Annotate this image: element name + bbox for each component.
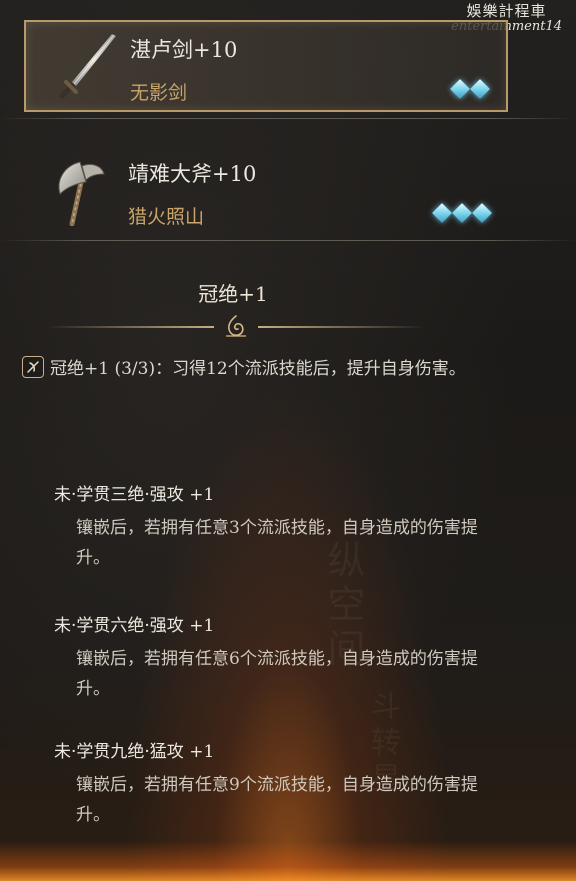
set-effect-text: 冠绝+1 (3/3)：习得12个流派技能后，提升自身伤害。 <box>50 359 466 379</box>
title-ornament <box>46 314 426 340</box>
section-title: 冠绝+1 <box>198 282 268 306</box>
perk-desc-line: 升。 <box>76 805 110 825</box>
ornament-line-right <box>258 326 426 328</box>
item-subtitle: 无影剑 <box>130 82 188 104</box>
item-name: 靖难大斧+10 <box>128 162 257 186</box>
skill-icon <box>22 355 44 378</box>
perk-description: 镶嵌后，若拥有任意9个流派技能，自身造成的伤害提 升。 <box>76 770 544 830</box>
perk-entry: 未·学贯九绝·猛攻 +1 镶嵌后，若拥有任意9个流派技能，自身造成的伤害提 升。 <box>54 737 544 830</box>
gem-icon <box>472 203 492 223</box>
perk-title: 未·学贯六绝·强攻 +1 <box>54 616 215 636</box>
gem-icon <box>470 79 490 99</box>
divider <box>0 118 576 119</box>
gem-icon <box>452 203 472 223</box>
gem-slots <box>450 79 490 99</box>
perk-title: 未·学贯三绝·强攻 +1 <box>54 485 215 505</box>
perk-entry: 未·学贯六绝·强攻 +1 镶嵌后，若拥有任意6个流派技能，自身造成的伤害提 升。 <box>54 611 544 704</box>
item-subtitle: 猎火照山 <box>128 206 205 228</box>
ornament-icon <box>222 314 250 340</box>
weapon-slot-sword[interactable]: 湛卢剑+10 无影剑 <box>24 20 508 112</box>
game-inventory-panel: 纵空间 斗转星 娛樂計程車 entertainment14 <box>0 0 576 881</box>
sword-icon <box>54 30 126 102</box>
gem-slots <box>432 203 492 223</box>
item-name: 湛卢剑+10 <box>130 38 238 62</box>
perk-entry: 未·学贯三绝·强攻 +1 镶嵌后，若拥有任意3个流派技能，自身造成的伤害提 升。 <box>54 480 544 573</box>
perk-title: 未·学贯九绝·猛攻 +1 <box>54 742 215 762</box>
perk-desc-line: 镶嵌后，若拥有任意6个流派技能，自身造成的伤害提 <box>76 649 478 669</box>
axe-icon <box>52 154 124 227</box>
watermark-chinese: 娛樂計程車 <box>466 2 547 20</box>
perk-description: 镶嵌后，若拥有任意6个流派技能，自身造成的伤害提 升。 <box>76 644 544 704</box>
gem-icon <box>450 79 470 99</box>
perk-desc-line: 镶嵌后，若拥有任意3个流派技能，自身造成的伤害提 <box>76 518 478 538</box>
perk-description: 镶嵌后，若拥有任意3个流派技能，自身造成的伤害提 升。 <box>76 513 544 573</box>
weapon-slot-axe[interactable]: 靖难大斧+10 猎火照山 <box>24 146 508 238</box>
divider <box>0 240 576 241</box>
perk-desc-line: 镶嵌后，若拥有任意9个流派技能，自身造成的伤害提 <box>76 775 478 795</box>
perk-desc-line: 升。 <box>76 679 110 699</box>
fire-glow <box>0 841 576 881</box>
gem-icon <box>432 203 452 223</box>
ornament-line-left <box>46 326 214 328</box>
perk-desc-line: 升。 <box>76 548 110 568</box>
set-effect: 冠绝+1 (3/3)：习得12个流派技能后，提升自身伤害。 <box>22 354 466 379</box>
